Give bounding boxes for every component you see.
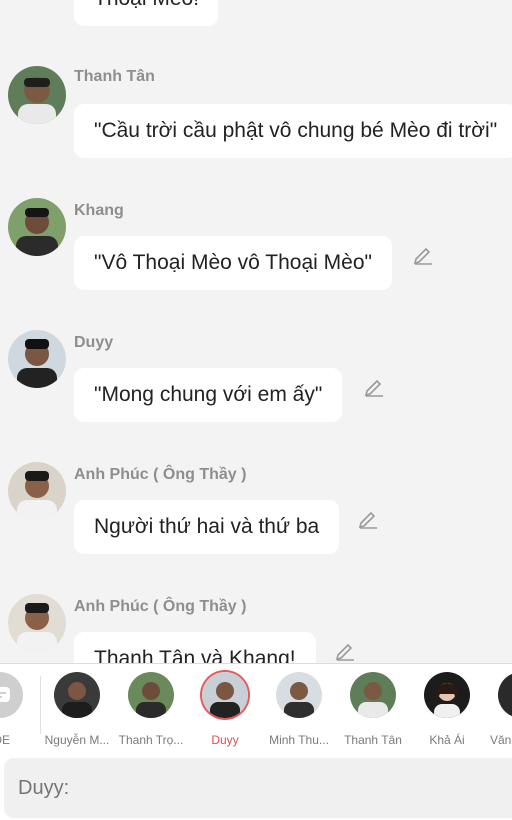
avatar — [350, 672, 396, 718]
chat-area: Thoại Mèo! Thanh Tân "Cầu trời cầu phật … — [0, 0, 512, 663]
message-bubble[interactable]: Người thứ hai và thứ ba — [74, 500, 340, 554]
speaker-label: Minh Thu... — [269, 733, 329, 747]
separator — [40, 676, 41, 734]
composer — [0, 750, 512, 820]
message-bubble[interactable]: "Vô Thoại Mèo vô Thoại Mèo" — [74, 236, 392, 290]
avatar — [202, 672, 248, 718]
sender-name: Anh Phúc ( Ông Thầy ) — [74, 598, 247, 615]
speaker-label: Khả Ái — [429, 733, 465, 747]
sender-name: Thanh Tân — [74, 68, 155, 85]
edit-icon[interactable] — [334, 639, 356, 661]
avatar[interactable] — [8, 330, 66, 388]
sender-name: Khang — [74, 202, 124, 219]
edit-icon[interactable] — [357, 507, 379, 529]
sender-name: Anh Phúc ( Ông Thầy ) — [74, 466, 247, 483]
avatar[interactable] — [8, 198, 66, 256]
message-bubble[interactable]: "Cầu trời cầu phật vô chung bé Mèo đi tr… — [74, 104, 512, 158]
avatar[interactable] — [8, 66, 66, 124]
chat-icon — [0, 672, 23, 718]
speaker-selector: IDE Nguyễn M... Thanh Trọ... Duyy Minh T… — [0, 664, 512, 750]
avatar — [54, 672, 100, 718]
speaker-label: Thanh Trọ... — [118, 733, 184, 747]
speaker-label: Duyy — [211, 733, 239, 747]
avatar[interactable] — [8, 462, 66, 520]
edit-icon[interactable] — [412, 243, 434, 265]
message-bubble[interactable]: Thanh Tân và Khang! — [74, 632, 316, 663]
speaker-label: IDE — [0, 733, 10, 747]
speaker-label: Nguyễn M... — [44, 733, 110, 747]
speaker-label: Thanh Tân — [344, 733, 402, 747]
avatar — [498, 672, 512, 718]
avatar — [276, 672, 322, 718]
message-bubble[interactable]: Thoại Mèo! — [74, 0, 218, 26]
edit-icon[interactable] — [363, 375, 385, 397]
message-input[interactable] — [4, 758, 512, 818]
avatar — [128, 672, 174, 718]
sender-name: Duyy — [74, 334, 114, 351]
avatar[interactable] — [8, 594, 66, 652]
avatar — [424, 672, 470, 718]
message-bubble[interactable]: "Mong chung với em ấy" — [74, 368, 343, 422]
speaker-label: Văn — [490, 733, 512, 747]
